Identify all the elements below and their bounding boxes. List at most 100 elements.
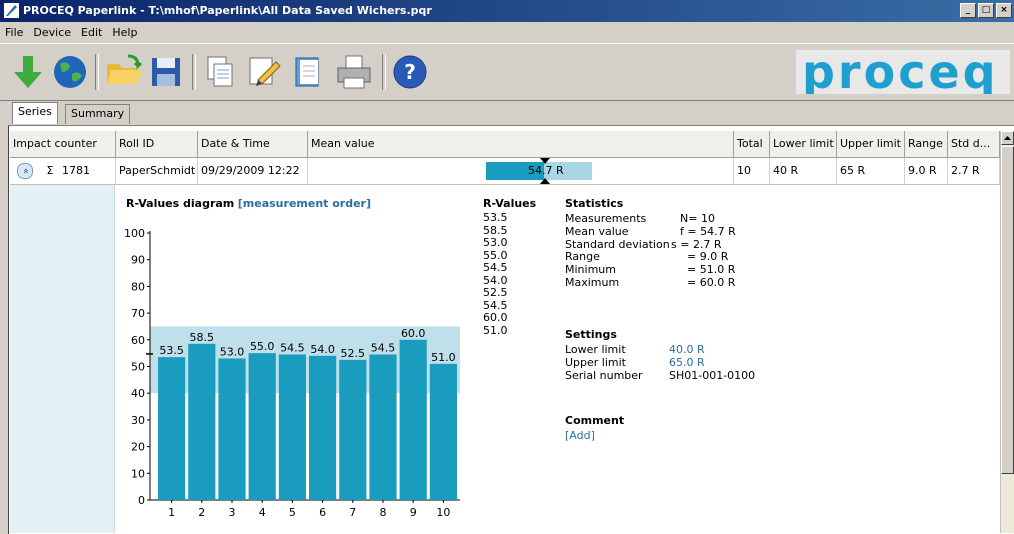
scroll-thumb[interactable] (1001, 146, 1014, 474)
copy-icon[interactable] (200, 52, 240, 92)
mean-value-cell: 54.7 R (308, 158, 734, 184)
impact-counter-cell: « Σ 1781 (10, 158, 116, 184)
toolbar: ? proceq (0, 43, 1014, 101)
app-icon (4, 3, 19, 18)
statistics-value: f = 54.7 R (680, 224, 736, 238)
header-total[interactable]: Total (734, 131, 770, 157)
statistics-value: N= 10 (680, 212, 715, 225)
settings-label: Upper limit (565, 355, 626, 369)
bar-value-label: 53.0 (220, 345, 245, 358)
statistics-row: Measurements N= 10 (565, 212, 825, 226)
header-date-time[interactable]: Date & Time (198, 131, 308, 157)
vertical-scrollbar[interactable] (1000, 131, 1014, 533)
notebook-icon[interactable] (288, 52, 328, 92)
header-impact-counter[interactable]: Impact counter (10, 131, 116, 157)
total-cell: 10 (734, 158, 770, 184)
x-tick-label: 3 (229, 506, 236, 519)
x-tick-label: 6 (319, 506, 326, 519)
settings-value: SH01-001-0100 (669, 368, 756, 382)
table-row[interactable]: « Σ 1781 PaperSchmidt 09/29/2009 12:22 5… (10, 158, 1000, 185)
header-lower-limit[interactable]: Lower limit (770, 131, 837, 157)
settings-label: Lower limit (565, 343, 626, 356)
mean-value-text: 54.7 R (528, 164, 564, 177)
x-tick-label: 9 (410, 506, 417, 519)
collapse-icon[interactable]: « (17, 163, 33, 179)
header-roll-id[interactable]: Roll ID (116, 131, 198, 157)
settings-row: Serial number SH01-001-0100 (565, 368, 825, 383)
tab-series[interactable]: Series (12, 102, 58, 124)
settings-title: Settings (565, 328, 617, 341)
y-tick-label: 50 (131, 361, 145, 374)
settings-row: Upper limit 65.0 R (565, 355, 825, 370)
menu-device[interactable]: Device (28, 26, 76, 39)
print-icon[interactable] (334, 52, 374, 92)
menu-help[interactable]: Help (107, 26, 142, 39)
statistics-label: Mean value (565, 224, 629, 238)
close-button[interactable]: × (996, 3, 1012, 18)
comment-title: Comment (565, 414, 625, 427)
statistics-label: Maximum (565, 275, 620, 289)
open-folder-icon[interactable] (104, 52, 144, 92)
y-tick-label: 20 (131, 441, 145, 454)
x-tick-label: 8 (380, 506, 387, 519)
menu-file[interactable]: File (0, 26, 28, 39)
impact-counter-value: 1781 (61, 164, 90, 177)
r-value-item: 54.5 (483, 261, 508, 274)
statistics-title: Statistics (565, 197, 624, 210)
settings-row: Lower limit 40.0 R (565, 343, 825, 357)
bar (278, 354, 306, 500)
bar-value-label: 55.0 (250, 340, 275, 353)
minimize-button[interactable]: _ (960, 3, 976, 18)
header-mean-value[interactable]: Mean value (308, 131, 734, 157)
menu-edit[interactable]: Edit (76, 26, 107, 39)
scroll-up-button[interactable] (1001, 131, 1014, 145)
tab-summary[interactable]: Summary (65, 104, 131, 124)
header-std-dev[interactable]: Std d... (948, 131, 1000, 157)
statistics-row: Mean value f = 54.7 R (565, 224, 825, 239)
bar-value-label: 60.0 (401, 327, 426, 340)
bar (218, 358, 246, 500)
svg-text:?: ? (404, 60, 416, 84)
bar-value-label: 54.5 (371, 341, 396, 354)
y-tick-label: 80 (131, 280, 145, 293)
globe-icon[interactable] (50, 52, 90, 92)
bar (339, 359, 367, 500)
bar (399, 339, 427, 500)
bar-value-label: 52.5 (341, 347, 366, 360)
r-value-item: 51.0 (483, 323, 508, 337)
edit-icon[interactable] (244, 52, 284, 92)
y-tick-label: 60 (131, 334, 145, 347)
comment-section: Comment [Add] (565, 414, 624, 442)
bar (309, 355, 337, 500)
header-range[interactable]: Range (905, 131, 948, 157)
settings-value: 65.0 R (669, 355, 705, 369)
r-values-section: R-Values 53.5 58.5 53.0 55.0 54.5 54.0 52.5 54.… (483, 197, 536, 337)
date-time-cell: 09/29/2009 12:22 (198, 158, 308, 184)
x-tick-label: 2 (198, 506, 205, 519)
x-tick-label: 4 (259, 506, 266, 519)
title-bar: PROCEQ Paperlink - T:\mhof\Paperlink\All… (0, 0, 1014, 22)
x-tick-label: 10 (436, 506, 450, 519)
header-upper-limit[interactable]: Upper limit (837, 131, 905, 157)
detail-indent-strip (10, 185, 115, 533)
window-title: PROCEQ Paperlink - T:\mhof\Paperlink\All… (23, 4, 432, 17)
save-icon[interactable] (146, 52, 186, 92)
range-cell: 9.0 R (905, 158, 948, 184)
y-tick-label: 40 (131, 387, 145, 400)
roll-id-cell: PaperSchmidt (116, 158, 198, 184)
help-icon[interactable]: ? (390, 52, 430, 92)
table-header: Impact counter Roll ID Date & Time Mean … (10, 131, 1000, 158)
r-value-item: 53.5 (483, 211, 508, 224)
maximize-button[interactable]: □ (978, 3, 994, 18)
r-values-chart: 0 10 20 30 40 50 60 70 80 90 100 53.5 1 58.5 2 53.0 3 55.… (124, 227, 460, 519)
lower-limit-cell: 40 R (770, 158, 837, 184)
proceq-logo: proceq (796, 50, 1010, 94)
y-tick-label: 70 (131, 307, 145, 320)
add-comment-link[interactable]: [Add] (565, 429, 624, 442)
bar-value-label: 58.5 (190, 331, 215, 344)
r-value-item: 53.0 (483, 236, 508, 249)
settings-value: 40.0 R (669, 343, 705, 356)
settings-label: Serial number (565, 368, 643, 382)
download-icon[interactable] (8, 52, 48, 92)
bar-value-label: 51.0 (431, 351, 456, 364)
